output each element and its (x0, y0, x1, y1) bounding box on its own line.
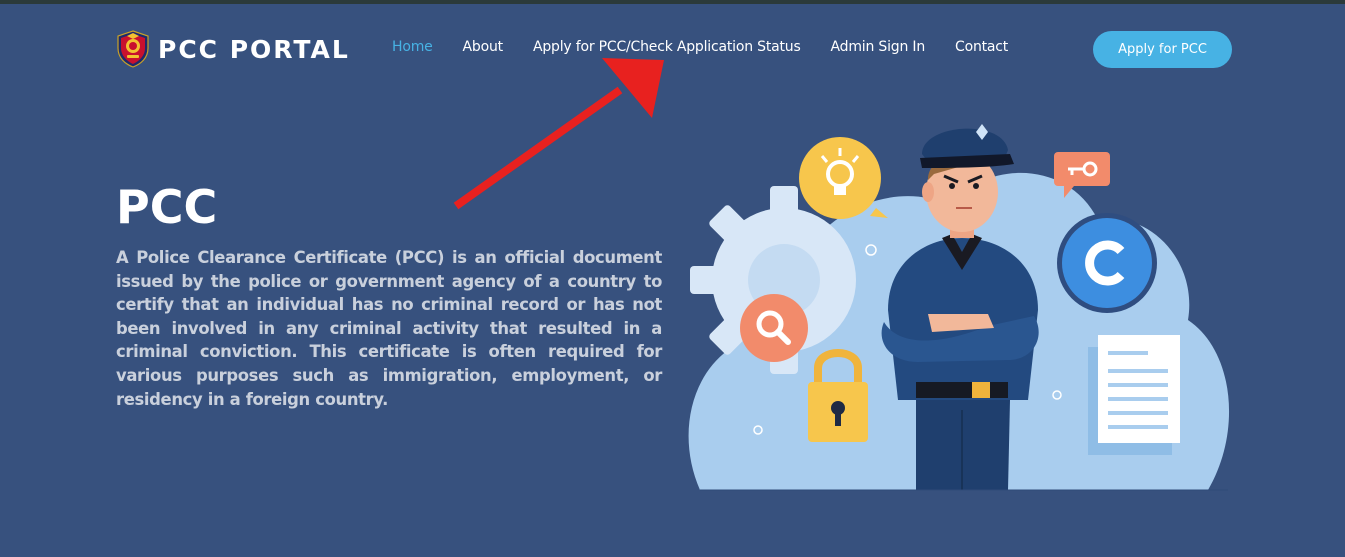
brand-logo[interactable]: PCC PORTAL (116, 30, 350, 68)
red-arrow-icon (453, 58, 664, 210)
nav-home[interactable]: Home (392, 39, 433, 55)
brand-name: PCC PORTAL (158, 34, 350, 64)
nav-admin-sign-in[interactable]: Admin Sign In (831, 39, 926, 55)
search-icon (740, 294, 808, 362)
police-emblem-icon (117, 30, 149, 68)
hero-illustration (688, 124, 1230, 491)
nav-contact[interactable]: Contact (955, 39, 1008, 55)
copyright-icon (1057, 213, 1157, 313)
hero-description: A Police Clearance Certificate (PCC) is … (116, 248, 662, 409)
document-icon (1088, 335, 1180, 455)
hero-title: PCC (116, 180, 218, 234)
apply-for-pcc-button[interactable]: Apply for PCC (1093, 31, 1232, 68)
